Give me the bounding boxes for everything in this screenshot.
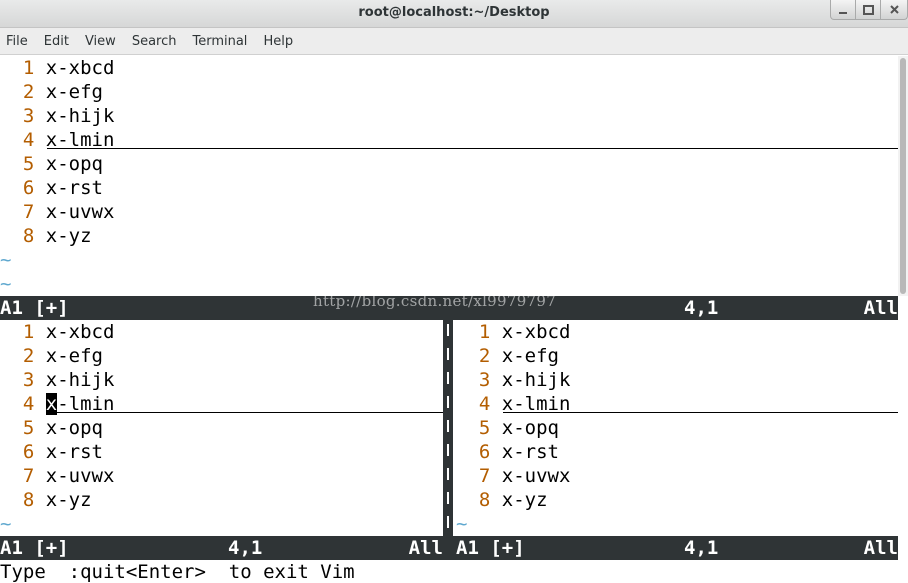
cursorline-underline <box>503 412 898 413</box>
maximize-icon <box>862 4 874 15</box>
buffer-line: 1 x-xbcd <box>22 57 115 79</box>
split-bar-mark <box>447 324 449 336</box>
empty-line-tilde: ~ <box>0 513 12 535</box>
menu-edit[interactable]: Edit <box>36 34 77 49</box>
buffer-line: 5 x-opq <box>478 417 559 439</box>
buffer-line: 3 x-hijk <box>22 105 115 127</box>
buffer-line: 7 x-uvwx <box>22 465 115 487</box>
split-bar-mark <box>447 492 449 504</box>
buffer-line: 8 x-yz <box>478 489 548 511</box>
statusbar-bottom-right: A1 [+] 4,1 All <box>453 536 898 560</box>
status-percent: All <box>863 297 898 319</box>
status-filename: A1 [+] <box>456 537 525 559</box>
buffer-line: 2 x-efg <box>478 345 559 367</box>
window-title: root@localhost:~/Desktop <box>358 5 550 20</box>
buffer-line: 8 x-yz <box>22 225 92 247</box>
maximize-button[interactable] <box>855 0 881 20</box>
buffer-line: 1 x-xbcd <box>22 321 115 343</box>
empty-line-tilde: ~ <box>456 513 468 535</box>
command-line: Type :quit<Enter> to exit Vim <box>0 561 355 583</box>
empty-line-tilde: ~ <box>0 249 12 271</box>
split-bar-mark <box>447 348 449 360</box>
buffer-line: 7 x-uvwx <box>22 201 115 223</box>
close-icon <box>889 5 899 14</box>
buffer-line: 1 x-xbcd <box>478 321 571 343</box>
scrollbar-thumb[interactable] <box>900 58 906 294</box>
status-position: 4,1 <box>684 537 719 559</box>
status-position: 4,1 <box>228 537 263 559</box>
split-bar-mark <box>447 444 449 456</box>
buffer-line: 3 x-hijk <box>478 369 571 391</box>
split-bar-mark <box>447 516 449 528</box>
split-bar-mark <box>447 420 449 432</box>
watermark-text: http://blog.csdn.net/xl9979797 <box>313 292 557 310</box>
status-filename: A1 [+] <box>0 537 69 559</box>
menu-terminal[interactable]: Terminal <box>184 34 255 49</box>
buffer-line: 3 x-hijk <box>22 369 115 391</box>
menu-help[interactable]: Help <box>255 34 301 49</box>
statusbar-bottom-left: A1 [+] 4,1 All <box>0 536 453 560</box>
buffer-line: 6 x-rst <box>22 441 103 463</box>
menubar: File Edit View Search Terminal Help <box>0 28 908 55</box>
status-filename: A1 [+] <box>0 297 69 319</box>
status-percent: All <box>863 537 898 559</box>
buffer-line: 6 x-rst <box>478 441 559 463</box>
buffer-line: 5 x-opq <box>22 417 103 439</box>
cursorline-underline <box>47 148 898 149</box>
menu-search[interactable]: Search <box>124 34 185 49</box>
split-bar-mark <box>447 372 449 384</box>
buffer-line: 5 x-opq <box>22 153 103 175</box>
window-titlebar[interactable]: root@localhost:~/Desktop <box>0 0 908 28</box>
split-bar-mark <box>447 468 449 480</box>
buffer-line: 2 x-efg <box>22 345 103 367</box>
status-position: 4,1 <box>684 297 719 319</box>
minimize-button[interactable] <box>830 0 856 20</box>
terminal-area[interactable]: 1 x-xbcd 2 x-efg 3 x-hijk 4 x-lmin 5 x-o… <box>0 55 908 583</box>
minimize-icon <box>839 11 847 14</box>
empty-line-tilde: ~ <box>0 273 12 295</box>
terminal-scrollbar[interactable] <box>898 56 908 296</box>
buffer-line: 8 x-yz <box>22 489 92 511</box>
buffer-line: 7 x-uvwx <box>478 465 571 487</box>
buffer-line: 2 x-efg <box>22 81 103 103</box>
status-percent: All <box>408 537 443 559</box>
menu-view[interactable]: View <box>77 34 124 49</box>
buffer-line: 6 x-rst <box>22 177 103 199</box>
close-button[interactable] <box>880 0 908 20</box>
window-controls <box>830 0 908 22</box>
cursorline-underline <box>47 412 443 413</box>
menu-file[interactable]: File <box>0 34 36 49</box>
split-bar-mark <box>447 396 449 408</box>
